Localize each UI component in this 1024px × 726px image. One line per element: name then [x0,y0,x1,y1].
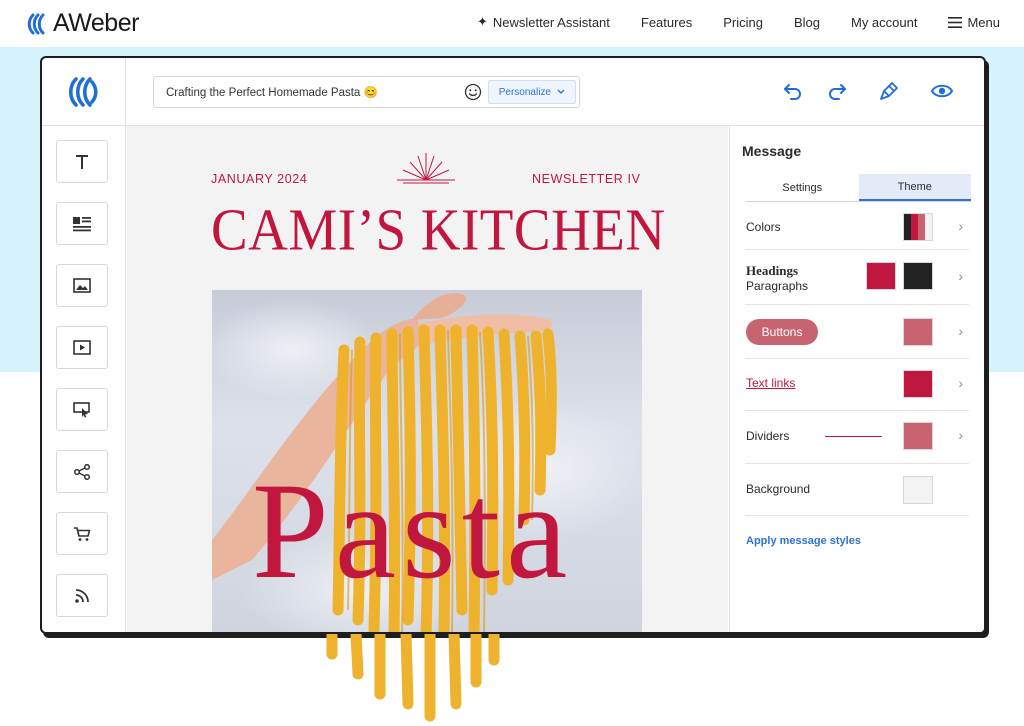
text-links-label: Text links [746,376,796,390]
button-color-swatch[interactable] [903,318,933,346]
headings-label: Headings [746,263,799,278]
panel-title: Message [742,143,802,159]
panel-tabs: Settings Theme [746,174,971,202]
redo-icon [829,84,846,100]
top-navigation: AWeber ✦ Newsletter Assistant Features P… [0,0,1024,44]
sparkle-icon: ✦ [476,14,488,29]
nav-features[interactable]: Features [641,14,692,30]
product-block-button[interactable] [56,512,108,555]
nav-blog[interactable]: Blog [794,14,820,30]
design-brush-button[interactable] [878,80,900,102]
dividers-row[interactable]: Dividers › [745,411,969,464]
background-color-swatch[interactable] [903,476,933,504]
cursor-button-icon [73,401,90,417]
tab-settings[interactable]: Settings [746,174,859,201]
chevron-right-icon: › [958,375,963,391]
nav-my-account[interactable]: My account [851,14,917,30]
social-share-block-button[interactable] [56,450,108,493]
aweber-mark-icon [68,77,98,107]
link-color-swatch[interactable] [903,370,933,398]
undo-button[interactable] [782,80,804,102]
share-icon [73,463,91,480]
chevron-right-icon: › [958,268,963,284]
colors-label: Colors [746,220,781,234]
grin-emoji-icon: 😊 [363,87,378,99]
redo-button[interactable] [826,80,848,102]
buttons-preview-pill: Buttons [746,319,818,345]
sunburst-ornament-icon [397,153,455,184]
hero-image[interactable]: Pasta [212,290,642,632]
typography-row[interactable]: Headings Paragraphs › [745,250,969,305]
message-styles-panel: Message Settings Theme Colors › Headings… [729,126,984,632]
subject-line-text: Crafting the Perfect Homemade Pasta 😊 [166,87,378,99]
chevron-right-icon: › [958,427,963,443]
article-icon [73,216,91,231]
palette-swatch[interactable] [903,213,933,241]
eye-icon [930,84,954,98]
divider-preview-line [825,436,882,437]
button-block-button[interactable] [56,388,108,431]
rss-block-button[interactable] [56,574,108,617]
chevron-right-icon: › [958,323,963,339]
background-row[interactable]: Background [745,464,969,516]
block-sidebar [42,126,126,632]
newsletter-issue: NEWSLETTER IV [532,172,641,186]
background-label: Background [746,482,811,496]
text-icon [76,154,88,169]
newsletter-date: JANUARY 2024 [211,172,308,186]
dividers-label: Dividers [746,429,790,443]
email-canvas[interactable]: JANUARY 2024 NEWSLETTER IV CAMI’S KITCHE… [127,126,728,632]
chevron-down-icon [557,89,565,94]
paragraph-color-swatch[interactable] [903,262,933,290]
tab-theme[interactable]: Theme [858,174,971,201]
pasta-strands-overflow [326,634,500,722]
aweber-logo[interactable]: AWeber [26,9,139,38]
image-icon [73,278,91,293]
text-block-button[interactable] [56,140,108,183]
text-links-row[interactable]: Text links › [745,359,969,411]
nav-menu-label: Menu [967,14,1000,30]
nav-menu[interactable]: Menu [948,14,1000,30]
video-play-icon [73,340,91,355]
aweber-logo-icon [27,13,45,34]
personalize-button[interactable]: Personalize [487,80,576,104]
chevron-right-icon: › [958,218,963,234]
hero-word: Pasta [252,454,574,607]
article-block-button[interactable] [56,202,108,245]
nav-assistant-label: Newsletter Assistant [492,14,610,30]
email-editor-window: Crafting the Perfect Homemade Pasta 😊 Pe… [40,56,986,634]
editor-logo[interactable] [42,58,126,126]
paint-brush-icon [880,82,898,100]
brand-name: AWeber [53,9,139,37]
newsletter-title: CAMI’S KITCHEN [211,196,666,263]
nav-pricing[interactable]: Pricing [723,14,763,30]
nav-newsletter-assistant[interactable]: ✦ Newsletter Assistant [477,14,610,30]
divider-color-swatch[interactable] [903,422,933,450]
buttons-row[interactable]: Buttons › [745,305,969,359]
colors-row[interactable]: Colors › [745,205,969,250]
shopping-cart-icon [74,526,91,541]
emoji-picker-icon[interactable] [464,83,482,101]
paragraphs-label: Paragraphs [746,279,809,293]
editor-toolbar: Crafting the Perfect Homemade Pasta 😊 Pe… [42,58,984,126]
heading-color-swatch[interactable] [866,262,896,290]
hamburger-icon [948,16,963,28]
subject-line-field[interactable]: Crafting the Perfect Homemade Pasta 😊 Pe… [153,76,580,108]
personalize-label: Personalize [498,86,551,98]
preview-button[interactable] [930,80,954,102]
image-block-button[interactable] [56,264,108,307]
rss-icon [75,588,89,603]
apply-message-styles-link[interactable]: Apply message styles [746,535,861,547]
undo-icon [784,84,801,100]
video-block-button[interactable] [56,326,108,369]
